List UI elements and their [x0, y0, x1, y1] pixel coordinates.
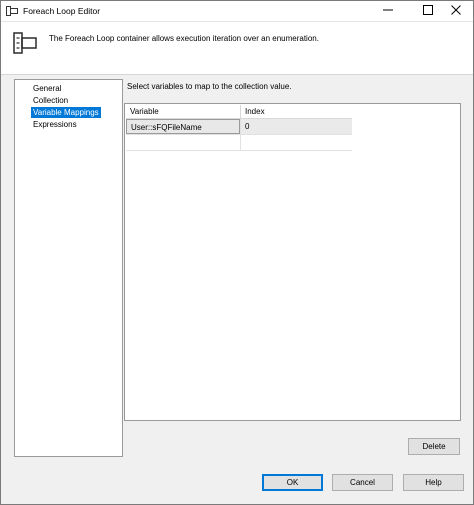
title-bar[interactable]: Foreach Loop Editor	[1, 1, 473, 22]
cancel-button[interactable]: Cancel	[332, 474, 393, 491]
minimize-icon	[383, 5, 393, 17]
header-description: The Foreach Loop container allows execut…	[49, 34, 319, 43]
editor-header: The Foreach Loop container allows execut…	[1, 22, 473, 75]
column-header-index[interactable]: Index	[240, 105, 352, 118]
close-button[interactable]	[439, 1, 473, 21]
variable-cell-empty[interactable]	[126, 135, 240, 150]
column-header-variable[interactable]: Variable	[126, 105, 240, 118]
foreach-loop-editor-window: Foreach Loop Editor The Foreach Loop con…	[0, 0, 474, 505]
nav-item-general[interactable]: General	[31, 83, 63, 94]
nav-item-variable-mappings[interactable]: Variable Mappings	[31, 107, 101, 118]
page-navigation-list: General Collection Variable Mappings Exp…	[14, 79, 123, 457]
minimize-button[interactable]	[371, 1, 405, 21]
close-icon	[451, 5, 461, 17]
index-cell[interactable]: 0	[240, 119, 352, 134]
maximize-icon	[423, 5, 433, 17]
variable-mappings-grid[interactable]: Variable Index User::sFQFileName 0	[124, 103, 461, 421]
index-cell-empty[interactable]	[240, 135, 352, 150]
table-row-new[interactable]	[126, 135, 352, 151]
delete-button[interactable]: Delete	[408, 438, 460, 455]
variable-cell[interactable]: User::sFQFileName	[126, 119, 240, 134]
window-title: Foreach Loop Editor	[23, 6, 101, 16]
instruction-label: Select variables to map to the collectio…	[127, 82, 292, 91]
grid-header-row: Variable Index	[126, 105, 352, 119]
foreach-loop-icon	[6, 6, 18, 16]
nav-item-collection[interactable]: Collection	[31, 95, 70, 106]
ok-button[interactable]: OK	[262, 474, 323, 491]
nav-item-expressions[interactable]: Expressions	[31, 119, 79, 130]
table-row[interactable]: User::sFQFileName 0	[126, 119, 352, 135]
help-button[interactable]: Help	[403, 474, 464, 491]
foreach-container-icon	[13, 32, 37, 54]
